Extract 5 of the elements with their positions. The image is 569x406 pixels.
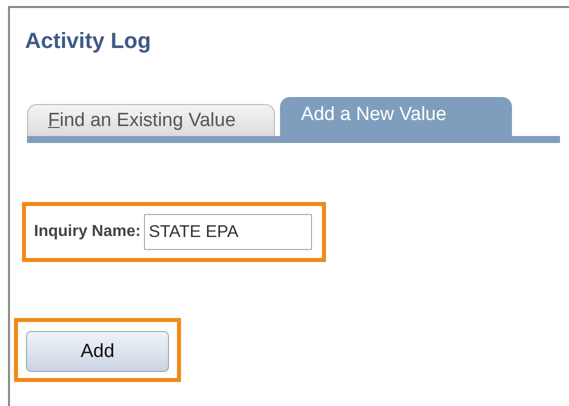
field-label: Inquiry Name: <box>34 223 141 241</box>
add-button[interactable]: Add <box>26 331 169 372</box>
tab[interactable]: Find an Existing Value <box>27 104 275 136</box>
page-title: Activity Log <box>24 27 152 54</box>
inquiry-name-field[interactable]: STATE EPA <box>144 214 312 250</box>
